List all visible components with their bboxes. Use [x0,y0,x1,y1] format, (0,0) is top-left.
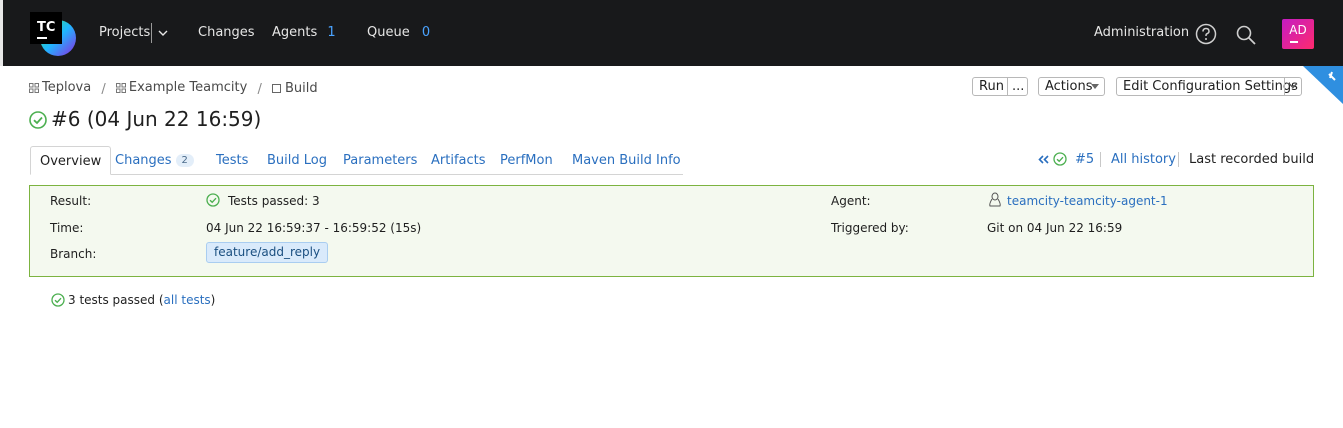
chevron-down-icon[interactable] [158,28,168,38]
result-label: Result: [50,194,92,208]
tests-summary-close: ) [210,293,216,307]
tab-parameters[interactable]: Parameters [343,153,417,168]
tab-changes-label: Changes [115,153,172,168]
tests-summary: 3 tests passed (all tests) [51,293,215,307]
agent-label: Agent: [831,194,871,208]
search-icon[interactable] [1235,24,1257,46]
success-check-icon [51,293,65,307]
run-button-group: Run ... [972,77,1028,96]
tab-changes[interactable]: Changes 2 [115,153,194,168]
user-avatar[interactable]: AD [1282,19,1314,49]
nav-queue-count: 0 [421,25,431,40]
nav-projects[interactable]: Projects [99,25,150,40]
avatar-initials: AD [1289,23,1307,37]
success-check-icon [1053,152,1067,166]
window-edge [0,0,3,66]
changes-count-badge: 2 [175,154,194,167]
breadcrumb-item-build[interactable]: Build [272,81,318,96]
tab-overview[interactable]: Overview [30,146,112,175]
last-recorded-build: Last recorded build [1189,152,1315,167]
build-config-icon [272,83,282,93]
build-title: #6 (04 Jun 22 16:59) [51,107,262,131]
time-label: Time: [50,221,84,235]
avatar-underline [1290,41,1298,43]
nav-divider [151,23,152,43]
success-check-icon [206,193,220,207]
previous-build-link[interactable]: #5 [1075,152,1094,167]
breadcrumb-item-example-teamcity[interactable]: Example Teamcity [115,80,248,95]
nav-queue-label: Queue [367,25,410,40]
branch-label: Branch: [50,247,97,261]
breadcrumb: Teplova / Example Teamcity / Build [29,80,318,97]
nav-queue[interactable]: Queue 0 [367,25,430,40]
tab-artifacts[interactable]: Artifacts [431,153,486,168]
nav-agents[interactable]: Agents 1 [272,25,336,40]
nav-agents-count: 1 [327,25,336,40]
breadcrumb-label: Example Teamcity [128,80,248,95]
build-details-panel: Result: Tests passed: 3 Time: 04 Jun 22 … [29,185,1314,277]
success-check-icon [29,111,47,129]
teamcity-logo[interactable]: TC [28,10,76,58]
edit-config-divider [1284,78,1285,95]
help-icon[interactable] [1195,23,1217,45]
linux-penguin-icon [989,192,1001,207]
edit-configuration-button[interactable]: Edit Configuration Settings [1123,78,1298,95]
triggered-by-value: Git on 04 Jun 22 16:59 [987,221,1123,235]
tab-perfmon[interactable]: PerfMon [500,153,553,168]
tab-tests[interactable]: Tests [216,153,248,168]
tab-maven-build-info[interactable]: Maven Build Info [572,153,681,168]
corner-ribbon-icon[interactable] [1295,66,1343,106]
run-divider [1007,78,1008,95]
history-divider [1178,152,1179,167]
top-navigation-bar: TC Projects Changes Agents 1 Queue 0 Adm… [0,0,1343,66]
logo-text: TC [37,20,55,35]
project-grid-icon [115,82,126,93]
nav-agents-label: Agents [272,25,318,40]
result-value[interactable]: Tests passed: 3 [228,194,320,208]
caret-down-icon [1091,84,1099,89]
tab-build-log[interactable]: Build Log [267,153,327,168]
run-options-button[interactable]: ... [1012,78,1024,95]
breadcrumb-label: Build [285,80,318,96]
tests-summary-text: 3 tests passed ( [68,293,164,307]
breadcrumb-separator: / [257,81,262,97]
history-divider [1100,152,1101,167]
nav-administration[interactable]: Administration [1094,25,1189,40]
all-tests-link[interactable]: all tests [164,293,211,307]
breadcrumb-label: Teplova [42,80,92,95]
breadcrumb-item-teplova[interactable]: Teplova [29,80,91,95]
chevron-down-icon[interactable] [1288,82,1298,90]
double-chevron-left-icon[interactable] [1038,155,1049,164]
time-value: 04 Jun 22 16:59:37 - 16:59:52 (15s) [206,221,422,235]
actions-label: Actions [1045,79,1093,94]
branch-tag[interactable]: feature/add_reply [206,242,329,263]
run-button[interactable]: Run [979,78,1004,95]
nav-changes[interactable]: Changes [198,25,255,40]
project-grid-icon [29,82,39,93]
actions-button[interactable]: Actions [1038,77,1105,96]
build-tabs: Overview Changes 2 Tests Build Log Parame… [30,146,683,175]
triggered-by-label: Triggered by: [831,221,909,235]
breadcrumb-separator: / [101,81,106,97]
agent-link[interactable]: teamcity-teamcity-agent-1 [1007,194,1168,208]
edit-config-button-group: Edit Configuration Settings [1116,77,1302,96]
all-history-link[interactable]: All history [1111,152,1176,167]
